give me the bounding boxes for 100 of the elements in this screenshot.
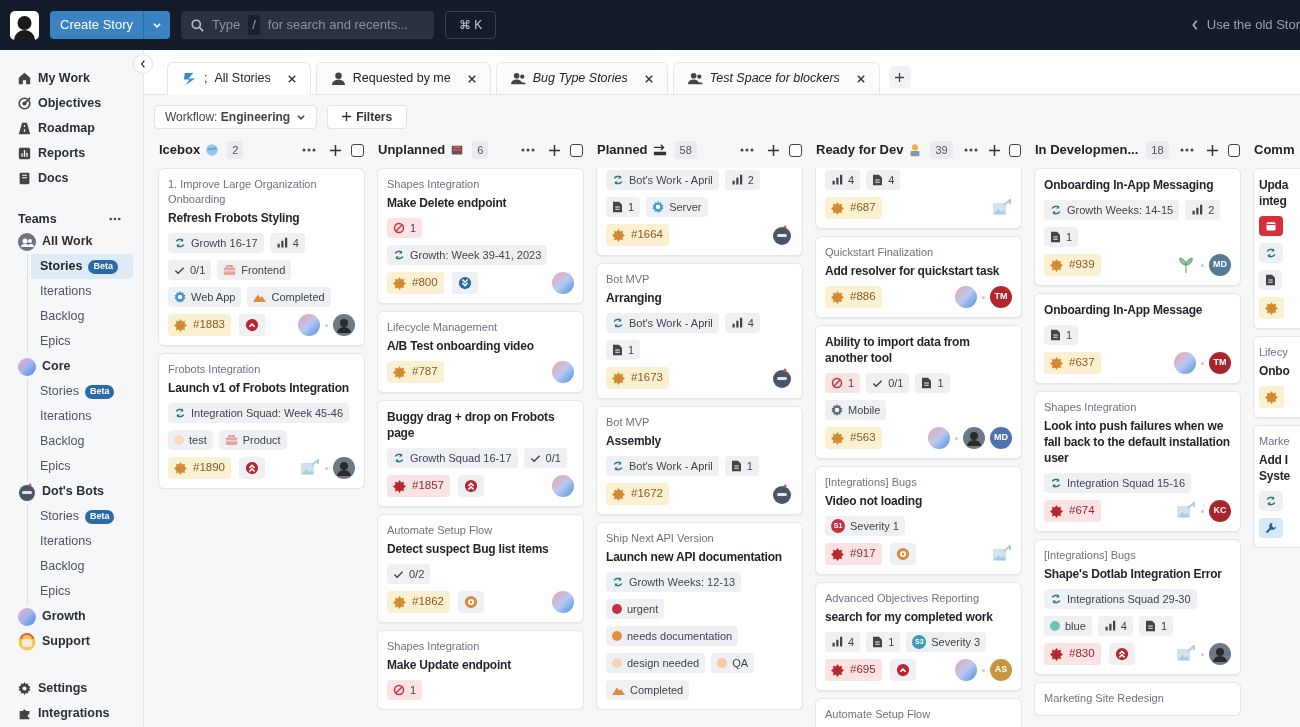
view-tab[interactable]: Test Space for blockers <box>672 62 880 95</box>
team-link[interactable]: Dot's Bots <box>18 479 133 504</box>
select-checkbox[interactable] <box>1227 143 1240 157</box>
story-id: #637 <box>1069 355 1095 371</box>
search-field[interactable]: Type / for search and recents... <box>181 11 434 39</box>
story-title: Make Update endpoint <box>387 657 512 673</box>
story-title: Assembly <box>606 433 663 449</box>
workflow-dropdown[interactable]: Workflow: Engineering <box>154 104 318 129</box>
epic-name: Bot MVP <box>606 272 651 287</box>
team-sublink[interactable]: Epics <box>31 579 133 604</box>
team-link[interactable]: Core <box>18 354 133 379</box>
nav-link[interactable]: Docs <box>18 166 133 191</box>
tag-text: 0/1 <box>888 375 904 391</box>
gradient-avatar <box>298 314 320 336</box>
team-sublink[interactable]: Stories Beta <box>31 379 133 404</box>
nav-link[interactable]: Integrations <box>18 701 133 726</box>
collapse-sidebar-button[interactable] <box>133 54 153 74</box>
tag-text: 1 <box>937 375 944 391</box>
avatar: TM <box>990 286 1012 308</box>
team-sublink[interactable]: Backlog <box>31 429 133 454</box>
story-title: Shape's Dotlab Integration Error <box>1044 566 1223 582</box>
tag-text: Integrations Squad 29-30 <box>1067 591 1191 607</box>
tag-text: 1 <box>1066 229 1073 245</box>
avatar: AS <box>990 659 1012 681</box>
bug-icon <box>831 547 844 561</box>
feature-icon <box>393 365 406 379</box>
nav-link[interactable]: My Work <box>18 66 133 91</box>
team-sublink[interactable]: Stories Beta <box>31 254 133 279</box>
workflow-label: Workflow: Engineering <box>165 108 291 126</box>
team-sublink[interactable]: Backlog <box>31 304 133 329</box>
tab-label: Bug Type Stories <box>532 70 628 88</box>
close-tab-button[interactable] <box>467 74 476 83</box>
team-link[interactable]: Support <box>18 629 133 654</box>
team-sublink[interactable]: Stories Beta <box>31 504 133 529</box>
person-avatar <box>1209 643 1231 665</box>
chevron-left-icon <box>140 60 146 68</box>
filters-button[interactable]: Filters <box>327 104 408 129</box>
select-checkbox[interactable] <box>1009 143 1021 157</box>
people-icon <box>510 71 526 86</box>
highest-priority-icon <box>1114 647 1129 661</box>
nav-link[interactable]: Settings <box>18 676 133 701</box>
team-sublink[interactable]: Iterations <box>31 404 133 429</box>
team-sublink[interactable]: Iterations <box>31 529 133 554</box>
select-checkbox[interactable] <box>570 143 583 157</box>
story-id: #1672 <box>631 486 663 502</box>
team-link[interactable]: Growth <box>18 604 133 629</box>
estimate-bars-icon <box>831 636 843 648</box>
cycle-icon <box>1265 247 1277 259</box>
plus-icon <box>767 144 779 156</box>
image-placeholder-icon <box>300 459 320 477</box>
person-avatar <box>333 314 355 336</box>
close-tab-button[interactable] <box>644 74 653 83</box>
tag-text: Bot's Work - April <box>629 172 713 188</box>
story-id: #917 <box>850 546 876 562</box>
nav-link[interactable]: Objectives <box>18 91 133 116</box>
view-tab[interactable]: ; All Stories <box>167 62 311 95</box>
team-sublink[interactable]: Iterations <box>31 279 133 304</box>
tag-text: Growth 16-17 <box>191 235 258 251</box>
story-title: A/B Test onboarding video <box>387 338 535 354</box>
gradient-avatar <box>18 357 36 376</box>
command-shortcut-button[interactable]: ⌘ K <box>445 11 497 39</box>
select-checkbox[interactable] <box>351 143 364 157</box>
select-checkbox[interactable] <box>789 143 802 157</box>
new-tab-button[interactable] <box>888 66 911 88</box>
nav-link[interactable]: Roadmap <box>18 116 133 141</box>
column-title: Ready for Dev <box>816 141 904 160</box>
cycle-icon <box>1050 593 1062 605</box>
placeholder-text: for search and recents... <box>267 16 408 35</box>
team-sublink[interactable]: Epics <box>31 329 133 354</box>
more-button[interactable] <box>109 217 121 221</box>
team-link[interactable]: All Work <box>18 229 133 254</box>
old-view-link[interactable]: Use the old Stor <box>1206 15 1300 35</box>
avatar: MD <box>1209 254 1231 276</box>
story-id: #1890 <box>193 460 225 476</box>
tag-text: 1 <box>746 458 753 474</box>
feature-icon <box>612 228 625 242</box>
team-sublink[interactable]: Epics <box>31 454 133 479</box>
cycle-icon <box>1050 204 1062 216</box>
story-id: #563 <box>850 430 876 446</box>
nav-link[interactable]: Reports <box>18 141 133 166</box>
blocked-icon <box>831 377 843 389</box>
story-count: 2 <box>227 141 244 159</box>
epic-name: Shapes Integration <box>1044 400 1138 415</box>
close-tab-button[interactable] <box>287 74 296 83</box>
view-tab[interactable]: Requested by me <box>315 62 491 95</box>
tag-text: 4 <box>1120 618 1127 634</box>
close-tab-button[interactable] <box>856 74 865 83</box>
story-title: Ability to import data from another tool <box>825 334 971 366</box>
image-placeholder-icon <box>992 545 1012 563</box>
create-story-button[interactable]: Create Story <box>50 11 143 39</box>
gradient-avatar <box>552 591 574 613</box>
feature-icon <box>831 290 844 304</box>
create-menu-button[interactable] <box>143 11 170 39</box>
tag-text: 1 <box>848 375 855 391</box>
estimate-bars-icon <box>831 174 843 186</box>
chart-icon <box>18 147 31 160</box>
view-tab[interactable]: Bug Type Stories <box>495 62 668 95</box>
more-icon <box>109 217 121 221</box>
team-sublink[interactable]: Backlog <box>31 554 133 579</box>
close-icon <box>856 74 865 83</box>
